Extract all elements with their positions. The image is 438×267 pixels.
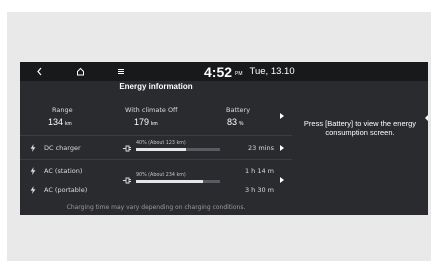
back-icon[interactable]	[28, 62, 50, 81]
divider	[20, 159, 292, 160]
status-bar: 4:52 PM Tue, 13.10	[20, 62, 428, 81]
clock-time: 4:52	[204, 63, 233, 80]
energy-panel: Range 134 km With climate Off 179 km Batte…	[20, 97, 292, 215]
lightning-icon	[30, 186, 36, 194]
infotainment-screen: 4:52 PM Tue, 13.10 Energy information Ra…	[20, 62, 428, 215]
clock: 4:52 PM Tue, 13.10	[204, 62, 295, 81]
ac-portable-label: AC (portable)	[30, 186, 87, 194]
clock-ampm: PM	[235, 70, 243, 77]
page-title: Energy information	[119, 82, 193, 91]
dc-target-track	[136, 148, 220, 151]
dc-target-fill	[136, 148, 187, 151]
lightning-icon	[30, 144, 36, 152]
climate-off-label: With climate Off	[125, 106, 178, 114]
ac-station-label: AC (station)	[30, 167, 82, 175]
info-panel: Press [Battery] to view the energy consu…	[292, 97, 428, 215]
ac-chevron-icon[interactable]	[280, 177, 284, 183]
battery-label: Battery	[226, 106, 251, 114]
ac-portable-charge-time: 3 h 30 m	[244, 186, 274, 194]
plug-icon	[123, 177, 131, 184]
panel-edge-arrow-icon[interactable]	[425, 115, 428, 121]
dc-chevron-icon[interactable]	[280, 145, 284, 151]
menu-icon[interactable]	[110, 62, 132, 81]
battery-chevron-icon[interactable]	[280, 113, 284, 119]
range-value: 134 km	[48, 117, 72, 127]
ac-target-fill	[136, 180, 204, 183]
climate-off-value: 179 km	[134, 117, 158, 127]
dc-charger-label: DC charger	[30, 144, 81, 152]
battery-value: 83%	[227, 117, 244, 127]
ac-target-slider[interactable]: 90% (About 234 km)	[136, 173, 220, 183]
dc-charge-time: 23 mins	[248, 144, 274, 152]
home-icon[interactable]	[69, 62, 91, 81]
side-message: Press [Battery] to view the energy consu…	[303, 119, 417, 137]
charging-footnote: Charging time may vary depending on char…	[66, 204, 246, 211]
clock-date: Tue, 13.10	[249, 66, 295, 77]
lightning-icon	[30, 167, 36, 175]
dc-target-text: 40% (About 123 km)	[136, 141, 186, 146]
range-label: Range	[52, 106, 73, 114]
dc-target-slider[interactable]: 40% (About 123 km)	[136, 141, 220, 151]
divider	[20, 135, 292, 136]
ac-target-text: 90% (About 234 km)	[136, 173, 186, 178]
ac-target-track	[136, 180, 220, 183]
plug-icon	[123, 145, 131, 152]
ac-station-charge-time: 1 h 14 m	[244, 167, 274, 175]
